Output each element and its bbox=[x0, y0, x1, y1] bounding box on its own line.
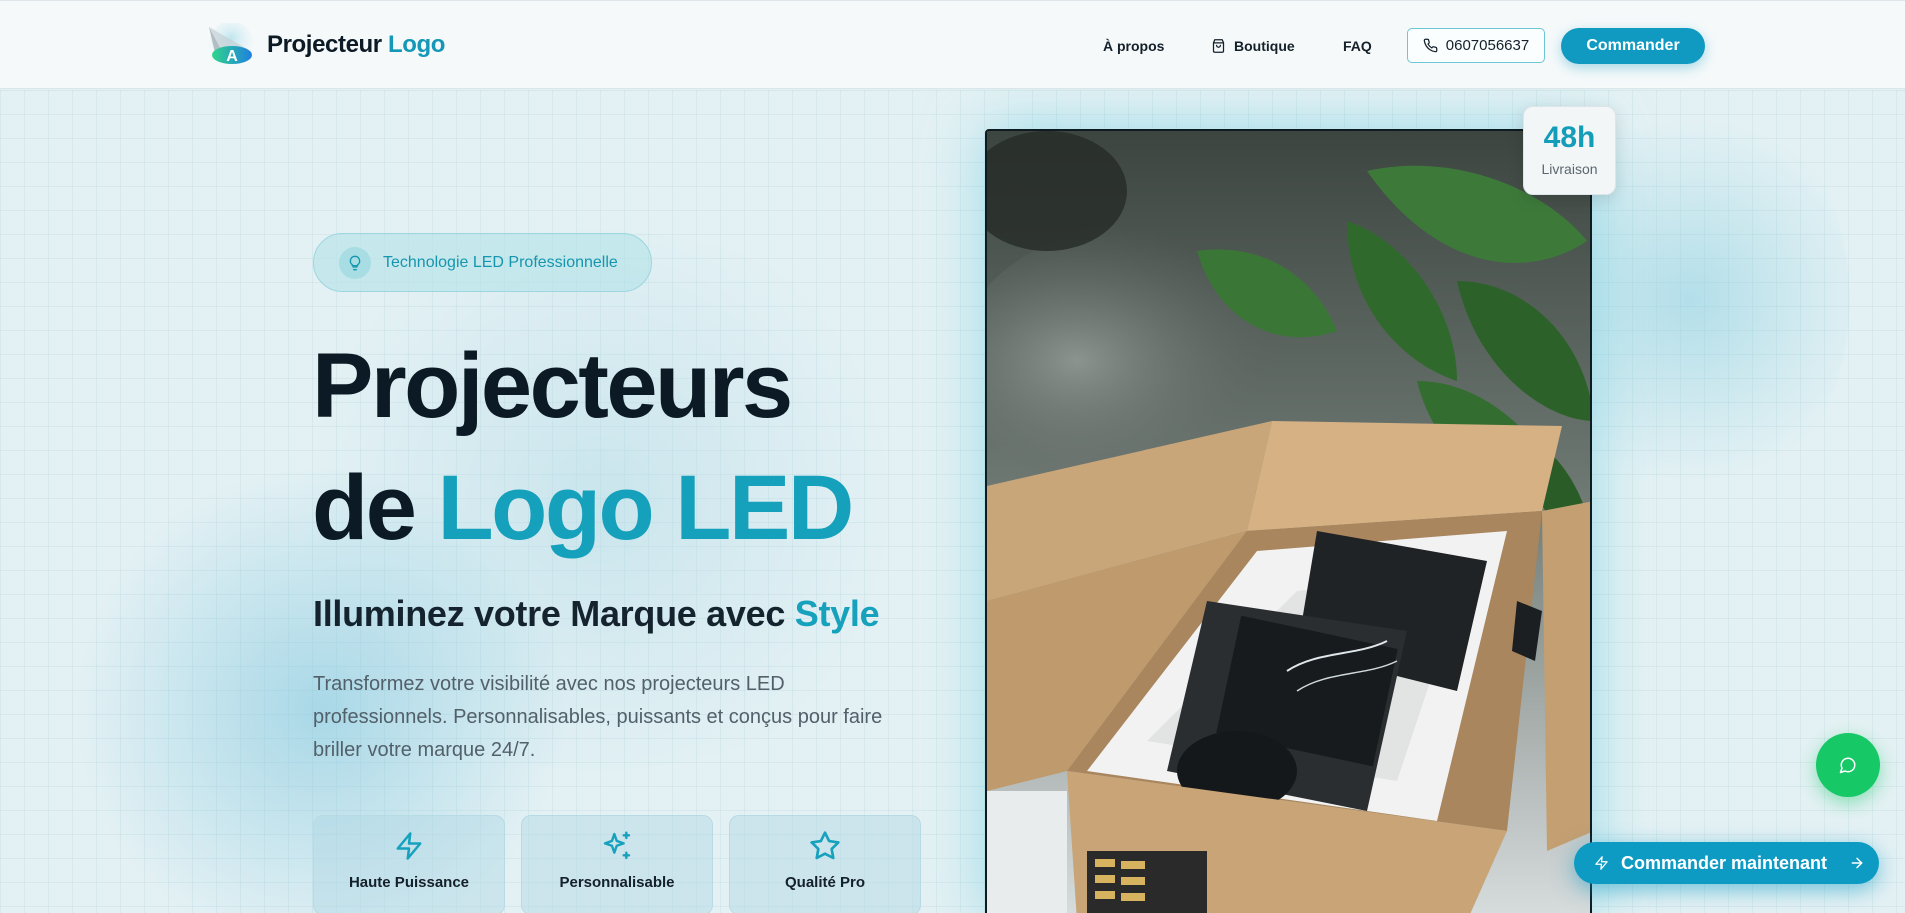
product-box-image bbox=[987, 131, 1590, 913]
phone-number: 0607056637 bbox=[1445, 37, 1530, 54]
hero-subtitle-prefix: Illuminez votre Marque avec bbox=[313, 593, 786, 634]
delivery-time: 48h bbox=[1543, 121, 1596, 154]
hero-title-line1: Projecteurs bbox=[312, 335, 793, 437]
hero-title-line2: de Logo LED bbox=[312, 462, 854, 554]
chat-bubble-icon bbox=[1839, 757, 1856, 774]
order-button[interactable]: Commander bbox=[1561, 28, 1705, 64]
hero-title-prefix: de bbox=[312, 457, 417, 559]
feature-card-custom: Personnalisable bbox=[521, 815, 713, 913]
hero-subtitle: Illuminez votre Marque avec Style bbox=[313, 593, 880, 635]
phone-icon bbox=[1423, 38, 1438, 53]
nav-about-link[interactable]: À propos bbox=[1103, 28, 1164, 64]
brand-name: Projecteur Logo bbox=[267, 31, 445, 59]
hero-subtitle-accent: Style bbox=[794, 593, 880, 634]
arrow-right-icon bbox=[1851, 857, 1863, 869]
sparkles-icon bbox=[603, 831, 631, 860]
nav-faq-label: FAQ bbox=[1343, 38, 1372, 54]
delivery-badge: 48h Livraison bbox=[1523, 106, 1616, 195]
badge-label: Technologie LED Professionnelle bbox=[383, 253, 618, 271]
order-now-button[interactable]: Commander maintenant bbox=[1574, 842, 1879, 884]
site-header: A Projecteur Logo À propos Boutique FAQ … bbox=[0, 0, 1905, 89]
feature-label: Qualité Pro bbox=[784, 874, 866, 891]
feature-card-power: Haute Puissance bbox=[313, 815, 505, 913]
nav-shop-label: Boutique bbox=[1234, 38, 1295, 54]
feature-label: Haute Puissance bbox=[348, 874, 470, 891]
lightning-icon bbox=[1595, 856, 1608, 870]
svg-text:A: A bbox=[226, 48, 238, 65]
brand-name-main: Projecteur bbox=[267, 31, 382, 58]
nav-faq-link[interactable]: FAQ bbox=[1343, 28, 1372, 64]
feature-label: Personnalisable bbox=[559, 874, 675, 891]
star-icon bbox=[810, 831, 840, 860]
order-now-label: Commander maintenant bbox=[1621, 852, 1828, 873]
hero-description: Transformez votre visibilité avec nos pr… bbox=[313, 673, 883, 761]
delivery-label: Livraison bbox=[1541, 161, 1598, 177]
nav-shop-link[interactable]: Boutique bbox=[1211, 28, 1295, 64]
product-photo bbox=[985, 129, 1592, 913]
nav-about-label: À propos bbox=[1103, 38, 1165, 54]
lightning-icon bbox=[396, 832, 422, 860]
feature-card-quality: Qualité Pro bbox=[729, 815, 921, 913]
brand-logo-icon: A bbox=[207, 21, 255, 67]
hero-section bbox=[0, 90, 1905, 913]
technology-badge: Technologie LED Professionnelle bbox=[313, 233, 652, 292]
shopping-bag-icon bbox=[1212, 39, 1225, 53]
phone-button[interactable]: 0607056637 bbox=[1407, 28, 1545, 63]
hero-title-accent: Logo LED bbox=[437, 457, 854, 559]
brand-name-accent: Logo bbox=[388, 31, 446, 58]
order-button-label: Commander bbox=[1586, 37, 1680, 54]
chat-button[interactable] bbox=[1816, 733, 1880, 797]
lightbulb-icon bbox=[339, 246, 371, 279]
brand[interactable]: A Projecteur Logo bbox=[207, 21, 445, 67]
